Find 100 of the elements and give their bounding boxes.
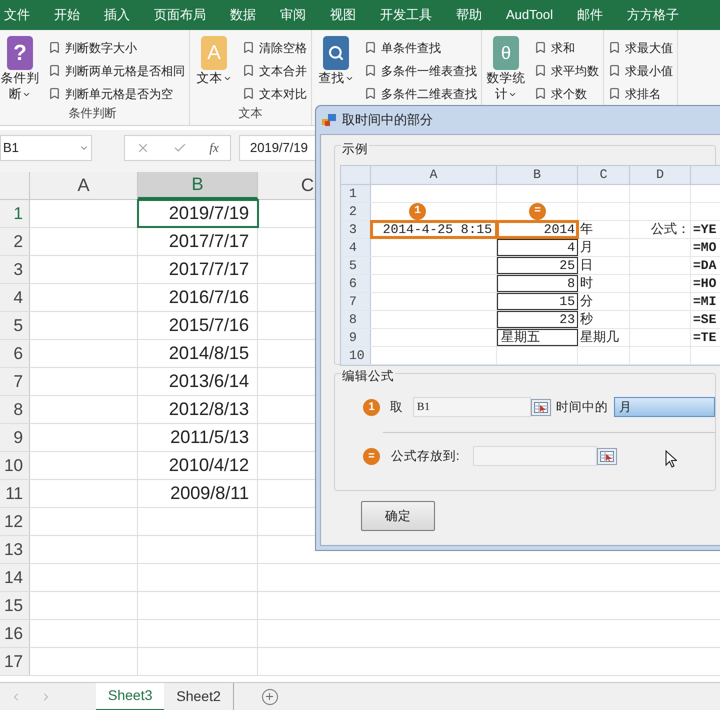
ribbon-item[interactable]: 求排名 [608,84,673,103]
ribbon-tab[interactable]: 审阅 [268,5,318,25]
cell[interactable]: 2012/8/13 [138,396,258,423]
ribbon-item[interactable]: 求和 [534,38,599,57]
ribbon-item[interactable]: 判断两单元格是否相同 [48,61,185,80]
ribbon-big-button[interactable]: A 文本 [194,36,234,104]
ribbon-tab[interactable]: AudTool [494,5,565,25]
cell[interactable]: 2013/6/14 [138,368,258,395]
row-header[interactable]: 8 [0,396,30,423]
bookmark-icon [608,64,621,77]
ribbon-item[interactable]: 多条件一维表查找 [364,61,477,80]
sheet-tab[interactable]: Sheet3 [96,682,164,710]
cell[interactable]: 2017/7/17 [138,256,258,283]
column-header: D [630,166,691,184]
ribbon-item[interactable]: 文本合并 [242,61,307,80]
range-picker-button[interactable] [531,398,551,416]
cell: 日 [578,257,630,274]
column-header: C [578,166,630,184]
cell[interactable]: 2017/7/17 [138,228,258,255]
ribbon-tab[interactable]: 页面布局 [142,5,218,25]
ok-button[interactable]: 确定 [361,501,435,531]
cell: 2014 [497,221,578,238]
ribbon-item[interactable]: 清除空格 [242,38,307,57]
cell[interactable]: 2016/7/16 [138,284,258,311]
row-header[interactable]: 17 [0,648,30,675]
cell: 分 [578,293,630,310]
row-header[interactable]: 10 [0,452,30,479]
ribbon-tab[interactable]: 数据 [218,5,268,25]
row-header: 4 [341,239,371,256]
ribbon-item[interactable]: 多条件二维表查找 [364,84,477,103]
cell[interactable]: 2019/7/19 [138,200,258,227]
cell: 时 [578,275,630,292]
ribbon-tab[interactable]: 视图 [318,5,368,25]
cell: 2014-4-25 8:15 [371,221,497,238]
ribbon-big-button[interactable]: θ 数学统 计 [486,36,526,104]
bookmark-icon [534,41,547,54]
bookmark-icon [48,41,61,54]
row-header[interactable]: 11 [0,480,30,507]
name-box[interactable]: B1 [0,134,92,160]
row-header[interactable]: 4 [0,284,30,311]
ribbon-item[interactable]: 求个数 [534,84,599,103]
ribbon-item[interactable]: 判断单元格是否为空 [48,84,185,103]
row-header[interactable]: 2 [0,228,30,255]
row-header[interactable]: 1 [0,200,30,227]
ribbon-tab[interactable]: 文件 [0,5,42,25]
ribbon-item[interactable]: 文本对比 [242,84,307,103]
ribbon-item[interactable]: 单条件查找 [364,38,477,57]
cell-text: =SE [692,311,718,328]
range-picker-button[interactable] [597,448,618,464]
theta-book-icon: θ [493,36,519,70]
letter-book-icon: A [201,36,227,70]
cell-text: =MO [692,239,718,256]
sheet-tab[interactable]: Sheet2 [164,682,234,710]
ribbon-item[interactable]: 求最小值 [608,61,673,80]
row-header[interactable]: 14 [0,564,30,591]
part-dropdown[interactable]: 月 [614,397,715,417]
row-header[interactable]: 6 [0,340,30,367]
row-header: 7 [341,293,371,310]
column-header[interactable]: B [138,172,258,199]
row-header[interactable]: 15 [0,592,30,619]
ribbon-tab[interactable]: 邮件 [564,5,615,25]
bookmark-icon [242,87,255,100]
row-header[interactable]: 16 [0,620,30,647]
row-header[interactable]: 5 [0,312,30,339]
ribbon-tab[interactable]: 帮助 [444,5,494,25]
cell: 23 [497,311,578,328]
row-header: 5 [341,257,371,274]
row-header[interactable]: 9 [0,424,30,451]
group-label: 文本 [238,105,264,122]
ribbon-item[interactable]: 求最大值 [608,38,673,57]
cell[interactable]: 2015/7/16 [138,312,258,339]
cell[interactable]: 2009/8/11 [138,480,258,507]
ribbon-big-button[interactable]: ? 条件判 断 [0,36,40,104]
bookmark-icon [608,41,621,54]
step-badge: 1 [363,398,380,416]
output-field[interactable] [473,446,598,466]
row-header[interactable]: 13 [0,536,30,563]
ribbon-item[interactable]: 判断数字大小 [48,38,185,57]
ribbon-tab[interactable]: 开发工具 [368,5,444,25]
row-header[interactable]: 7 [0,368,30,395]
ribbon-tab[interactable]: 开始 [42,5,92,25]
field-label: 公式存放到: [391,448,460,465]
row-header: 3 [341,221,371,238]
row-header[interactable]: 12 [0,508,30,535]
add-sheet-icon[interactable] [262,688,278,704]
cell[interactable]: 2014/8/15 [138,340,258,367]
function-button[interactable]: fx [209,138,219,158]
ribbon-big-button[interactable]: 查找 [316,36,356,104]
cell: 年 [578,221,630,238]
ribbon-item[interactable]: 求平均数 [534,61,599,80]
cell-field[interactable]: B1 [413,397,531,417]
step-badge: 1 [409,203,426,220]
cell[interactable]: 2011/5/13 [138,424,258,451]
dialog-title: 取时间中的部分 [342,111,433,130]
row-header[interactable]: 3 [0,256,30,283]
bookmark-icon [242,64,255,77]
ribbon-tab[interactable]: 方方格子 [614,5,691,25]
cell[interactable]: 2010/4/12 [138,452,258,479]
ribbon-tab[interactable]: 插入 [92,5,142,25]
field-label: 时间中的 [556,398,608,416]
